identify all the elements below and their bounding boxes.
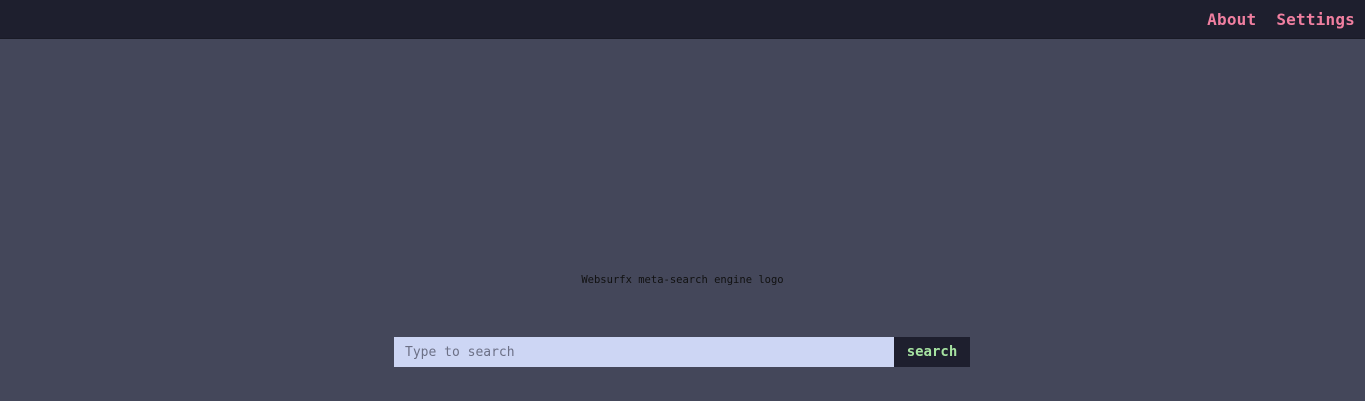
search-bar: search (394, 337, 970, 367)
top-navbar: About Settings (0, 0, 1365, 39)
logo-alt-text: Websurfx meta-search engine logo (581, 274, 784, 286)
about-link[interactable]: About (1207, 10, 1256, 29)
search-input[interactable] (394, 337, 894, 367)
search-button[interactable]: search (894, 337, 970, 367)
settings-link[interactable]: Settings (1276, 10, 1355, 29)
nav-links: About Settings (1207, 0, 1355, 38)
